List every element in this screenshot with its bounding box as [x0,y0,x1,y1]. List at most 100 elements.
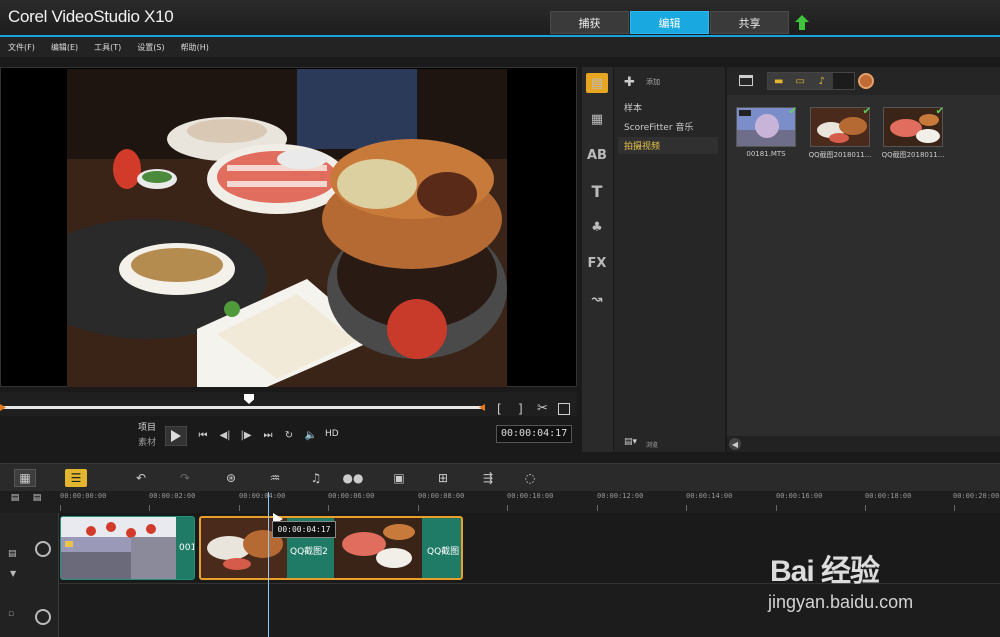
tab-edit[interactable]: 编辑 [630,11,709,34]
mark-out-button[interactable]: ] [518,402,523,416]
ruler-time-label: 00:00:04:00 [239,492,286,500]
watermark-url: jingyan.baidu.com [768,592,914,612]
scrubber-bar[interactable]: [ ] ✂ [0,392,577,416]
mark-in-button[interactable]: [ [497,402,502,416]
volume-icon[interactable]: 🔈 [304,428,318,442]
next-frame-icon[interactable]: |▶ [239,428,253,442]
library-navigation: ✚ 添加 样本 ScoreFitter 音乐 拍摄视频 ▤▾ 浏览 [614,67,725,452]
show-photos-icon[interactable]: ▭ [789,73,811,89]
go-to-end-icon[interactable]: ⏭ [261,428,275,442]
menu-bar: 文件(F) 编辑(E) 工具(T) 设置(S) 帮助(H) [0,37,1000,57]
timeline-view-icon[interactable]: ▦ [14,469,36,487]
library-thumbnail[interactable]: ✔ QQ截图2018011... [880,104,946,161]
library-folder-samples[interactable]: 样本 [618,99,718,116]
transition-icon[interactable]: AB [586,145,608,165]
mask-creator-icon[interactable]: ◌ [519,469,541,487]
baidu-watermark: Bai 经验 jingyan.baidu.com [765,540,995,630]
show-audio-icon[interactable]: ♪ [811,73,833,89]
play-button[interactable] [165,426,187,446]
menu-tools[interactable]: 工具(T) [94,42,121,53]
clip-thumbnail [61,517,176,579]
library-scrollbar[interactable]: ◀ [727,436,1000,452]
instant-project-icon[interactable]: ▦ [586,109,608,129]
video-track-reel-icon [35,541,51,557]
timeline-ruler[interactable]: ▤ ▤ 00:00:00:00 00:00:02:00 00:00:04:00 … [0,491,1000,513]
ruler-tick [776,505,777,511]
media-category-icon[interactable]: ▤ [586,73,608,93]
add-label[interactable]: 添加 [646,77,660,87]
auto-music-icon[interactable]: ♫ [305,469,327,487]
workspace-tabs: 捕获 编辑 共享 [550,11,790,34]
tab-capture[interactable]: 捕获 [550,11,629,34]
scrub-handle[interactable] [244,394,254,404]
upload-arrow-icon[interactable] [795,15,809,31]
storyboard-view-icon[interactable]: ☰ [65,469,87,487]
hd-preview-toggle[interactable]: HD [325,429,339,439]
subtitle-editor-icon[interactable]: ▣ [388,469,410,487]
chapter-point-icon[interactable]: ▤ [30,492,44,504]
overlay-track-reel-icon [35,609,51,625]
overlay-track-header[interactable]: ▫ [0,583,59,637]
menu-settings[interactable]: 设置(S) [137,42,164,53]
sound-mixer-icon[interactable]: ♒ [264,469,286,487]
transport-controls: 项目 素材 ⏮ ◀| |▶ ⏭ ↻ 🔈 HD 00:00:04:17 [0,416,577,456]
repeat-icon[interactable]: ↻ [282,428,296,442]
show-videos-icon[interactable]: ▬ [768,73,790,89]
import-folder-icon[interactable] [739,75,753,86]
ruler-time-label: 00:00:10:00 [507,492,554,500]
library-folder-scorefitter[interactable]: ScoreFitter 音乐 [618,118,718,135]
enlarge-preview-icon[interactable] [558,403,570,415]
browse-icon[interactable]: ▤▾ [624,437,637,447]
record-capture-icon[interactable]: ⊛ [220,469,242,487]
video-track-header[interactable]: ▤ ▼ [0,513,59,583]
track-options-icon[interactable]: ▤ [8,549,17,559]
ruler-tick [328,505,329,511]
mode-project-label[interactable]: 项目 [138,420,156,433]
add-folder-icon[interactable]: ✚ [624,75,635,90]
scroll-left-icon[interactable]: ◀ [729,438,741,450]
multi-camera-icon[interactable]: ⊞ [432,469,454,487]
preview-window[interactable] [0,67,577,387]
ruler-tick [60,505,61,511]
track-manager-icon[interactable]: ▤ [8,492,22,504]
playhead-time-tooltip: 00:00:04:17 [272,521,336,538]
ruler-time-label: 00:00:02:00 [149,492,196,500]
previous-frame-icon[interactable]: ◀| [218,428,232,442]
graphic-icon[interactable]: ♣ [586,217,608,237]
track-lock-icon[interactable]: ▫ [8,609,14,619]
clip-label: QQ截图 [427,547,460,557]
library-toolbar: ▬ ▭ ♪ [727,67,1000,95]
ruler-tick [954,505,955,511]
ruler-time-label: 00:00:16:00 [776,492,823,500]
library-thumbnail[interactable]: ✔ QQ截图2018011... [807,104,873,161]
redo-icon[interactable]: ↷ [174,469,196,487]
timecode-input[interactable]: 00:00:04:17 [496,425,572,443]
tab-share[interactable]: 共享 [710,11,789,34]
menu-edit[interactable]: 编辑(E) [51,42,78,53]
thumbnail-name: QQ截图2018011... [881,151,945,159]
mode-clip-label[interactable]: 素材 [138,435,156,448]
go-to-start-icon[interactable]: ⏮ [196,428,210,442]
track-collapse-icon[interactable]: ▼ [10,569,16,578]
path-icon[interactable]: ↝ [586,289,608,309]
sort-options-icon[interactable] [858,73,874,89]
clip-label: QQ截图2 [290,547,328,557]
library-thumbnail[interactable]: ✔ 00181.MTS [733,104,799,161]
ruler-time-label: 00:00:00:00 [60,492,107,500]
title-icon[interactable]: T [586,181,608,201]
ruler-time-label: 00:00:18:00 [865,492,912,500]
motion-tracking-icon[interactable]: ●● [342,469,364,487]
timeline-playhead[interactable] [268,492,269,637]
thumbnail-image [883,107,943,147]
menu-help[interactable]: 帮助(H) [181,42,209,53]
menu-file[interactable]: 文件(F) [8,42,35,53]
split-clip-scissors-icon[interactable]: ✂ [537,401,548,416]
undo-icon[interactable]: ↶ [130,469,152,487]
scrub-track[interactable] [3,406,483,409]
browse-label[interactable]: 浏览 [646,440,658,449]
ruler-tick [418,505,419,511]
time-remapping-icon[interactable]: ⇶ [477,469,499,487]
library-folder-captured-video[interactable]: 拍摄视频 [618,137,718,154]
timeline-clip[interactable]: 001 [60,516,195,580]
filter-fx-icon[interactable]: FX [586,253,608,273]
